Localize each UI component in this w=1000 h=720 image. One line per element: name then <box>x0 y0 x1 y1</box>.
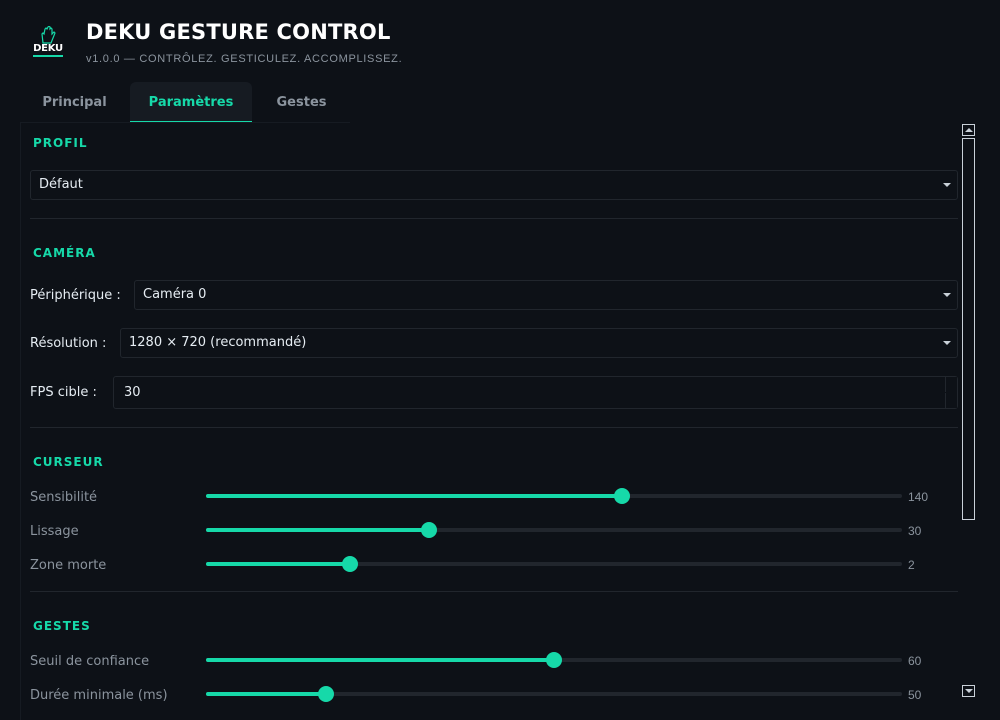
fps-value: 30 <box>124 385 141 400</box>
slider-fill <box>206 692 327 696</box>
section-title-camera: CAMÉRA <box>33 246 96 260</box>
logo-text: DEKU <box>33 43 63 54</box>
slider-fill <box>206 562 351 566</box>
fps-label: FPS cible : <box>30 385 97 400</box>
smoothing-slider[interactable] <box>206 522 902 538</box>
divider <box>30 218 958 219</box>
section-title-gestes: GESTES <box>33 619 91 633</box>
sensitivity-slider[interactable] <box>206 488 902 504</box>
profile-select-value: Défaut <box>39 177 83 192</box>
resolution-select[interactable]: 1280 × 720 (recommandé) <box>120 328 958 358</box>
slider-handle[interactable] <box>342 556 359 572</box>
app-title: DEKU GESTURE CONTROL <box>86 20 391 44</box>
min-duration-slider[interactable] <box>206 686 902 702</box>
tab-principal[interactable]: Principal <box>20 82 129 123</box>
slider-label: Durée minimale (ms) <box>30 688 168 703</box>
tab-parametres[interactable]: Paramètres <box>130 82 252 123</box>
slider-label: Sensibilité <box>30 490 98 505</box>
slider-handle[interactable] <box>420 522 437 538</box>
hand-icon <box>41 26 56 44</box>
divider <box>30 427 958 428</box>
slider-value: 30 <box>908 524 922 538</box>
divider <box>30 591 958 592</box>
scrollbar-thumb[interactable] <box>962 138 975 520</box>
confidence-slider[interactable] <box>206 652 902 668</box>
deku-logo: DEKU <box>29 26 67 58</box>
settings-panel: PROFIL Défaut CAMÉRA Périphérique : Camé… <box>20 123 960 720</box>
device-select[interactable]: Caméra 0 <box>134 280 958 310</box>
deadzone-slider[interactable] <box>206 556 902 572</box>
chevron-down-icon <box>943 183 951 187</box>
logo-underline <box>33 55 63 57</box>
section-title-curseur: CURSEUR <box>33 455 104 469</box>
resolution-select-value: 1280 × 720 (recommandé) <box>129 335 307 350</box>
app-header: DEKU DEKU GESTURE CONTROL v1.0.0 — CONTR… <box>0 0 1000 82</box>
tab-gestes[interactable]: Gestes <box>253 82 350 123</box>
slider-fill <box>206 494 623 498</box>
vertical-scrollbar[interactable] <box>960 123 978 700</box>
slider-value: 50 <box>908 688 922 702</box>
spin-down-button[interactable] <box>945 393 957 408</box>
slider-label: Lissage <box>30 524 79 539</box>
slider-handle[interactable] <box>546 652 562 668</box>
slider-handle[interactable] <box>318 686 335 702</box>
app-subtitle: v1.0.0 — CONTRÔLEZ. GESTICULEZ. ACCOMPLI… <box>86 53 403 65</box>
slider-handle[interactable] <box>614 488 631 504</box>
profile-select[interactable]: Défaut <box>30 170 958 200</box>
chevron-down-icon <box>943 341 951 345</box>
slider-fill <box>206 658 554 662</box>
slider-label: Seuil de confiance <box>30 654 150 669</box>
device-label: Périphérique : <box>30 288 121 303</box>
section-title-profil: PROFIL <box>33 136 88 150</box>
slider-value: 60 <box>908 654 922 668</box>
resolution-label: Résolution : <box>30 336 107 351</box>
fps-spinbox[interactable]: 30 <box>113 376 958 409</box>
device-select-value: Caméra 0 <box>143 287 207 302</box>
slider-value: 2 <box>908 558 915 572</box>
slider-label: Zone morte <box>30 558 107 573</box>
slider-fill <box>206 528 429 532</box>
scroll-down-button[interactable] <box>962 685 975 697</box>
slider-value: 140 <box>908 490 929 504</box>
chevron-down-icon <box>943 293 951 297</box>
scroll-up-button[interactable] <box>962 124 975 136</box>
spin-up-button[interactable] <box>945 377 957 392</box>
